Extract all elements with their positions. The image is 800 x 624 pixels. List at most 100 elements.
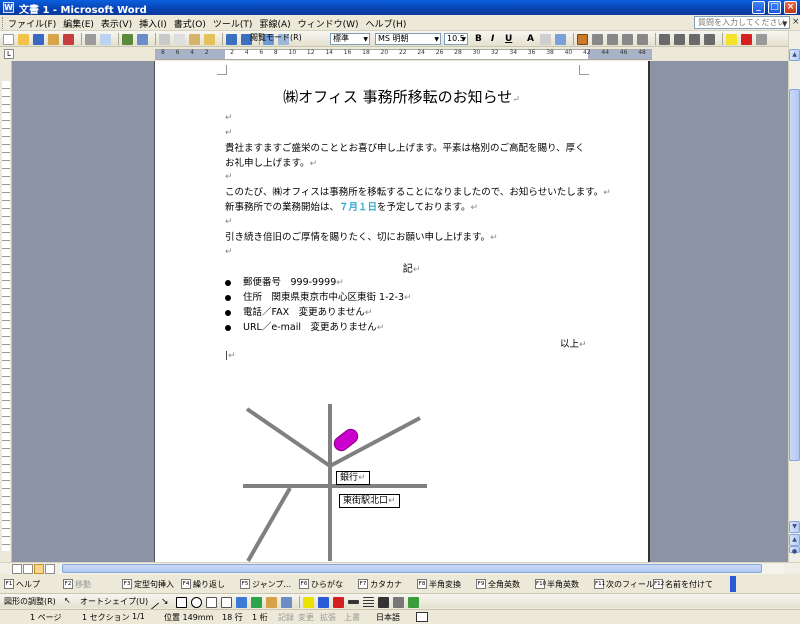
horizontal-scrollbar[interactable] bbox=[0, 562, 800, 574]
close-document-icon[interactable]: × bbox=[792, 17, 800, 27]
save-icon[interactable] bbox=[33, 33, 44, 45]
phonetic-guide-icon[interactable] bbox=[555, 33, 566, 45]
vertical-ruler-scale[interactable] bbox=[2, 81, 10, 551]
line-color-icon[interactable] bbox=[318, 596, 329, 608]
ruler-scale[interactable]: 8 6 4 2 2 4 6 8 10 12 14 16 18 20 22 24 26 28 30 32 34 36 38 40… bbox=[155, 49, 652, 60]
underline-button[interactable]: U bbox=[505, 33, 512, 45]
font-color-icon[interactable] bbox=[741, 33, 752, 45]
menu-file[interactable]: ファイル(F) bbox=[8, 17, 56, 30]
menu-format[interactable]: 書式(O) bbox=[174, 17, 206, 30]
decrease-indent-icon[interactable] bbox=[689, 33, 700, 45]
help-dropdown-icon[interactable]: ▼ bbox=[782, 20, 787, 28]
help-search-input[interactable]: 質問を入力してください bbox=[694, 16, 790, 29]
outline-view-icon[interactable] bbox=[45, 564, 55, 574]
menu-insert[interactable]: 挿入(I) bbox=[139, 17, 167, 30]
fkey-f9[interactable]: F9 全角英数 bbox=[476, 579, 535, 590]
draw-adjust-menu[interactable]: 図形の調整(R) bbox=[4, 596, 56, 607]
cut-icon[interactable] bbox=[159, 33, 170, 45]
align-justify-icon[interactable] bbox=[577, 33, 588, 45]
font-select[interactable]: MS 明朝 ▼ bbox=[375, 33, 441, 45]
browse-object-icon[interactable]: ● bbox=[789, 546, 800, 555]
align-right-icon[interactable] bbox=[607, 33, 618, 45]
minimize-icon[interactable]: _ bbox=[752, 1, 765, 14]
increase-indent-icon[interactable] bbox=[704, 33, 715, 45]
fkey-f4[interactable]: F4 繰り返し bbox=[181, 579, 240, 590]
new-document-icon[interactable] bbox=[3, 33, 14, 45]
fkey-f3[interactable]: F3 定型句挿入 bbox=[122, 579, 181, 590]
fkey-f8[interactable]: F8 半角変換 bbox=[417, 579, 476, 590]
undo-icon[interactable] bbox=[226, 33, 237, 45]
vertical-scroll-thumb[interactable] bbox=[789, 89, 800, 461]
italic-button[interactable]: I bbox=[491, 33, 494, 45]
paste-icon[interactable] bbox=[189, 33, 200, 45]
char-shading-icon[interactable] bbox=[540, 33, 551, 45]
align-center-icon[interactable] bbox=[592, 33, 603, 45]
format-painter-icon[interactable] bbox=[204, 33, 215, 45]
road-upper-left[interactable] bbox=[245, 407, 332, 468]
research-icon[interactable] bbox=[137, 33, 148, 45]
fkey-f2[interactable]: F2 移動 bbox=[63, 579, 122, 590]
permission-icon[interactable] bbox=[48, 33, 59, 45]
bullets-icon[interactable] bbox=[674, 33, 685, 45]
line-style-icon[interactable] bbox=[348, 600, 359, 604]
textbox-icon[interactable] bbox=[206, 596, 217, 608]
vertical-textbox-icon[interactable] bbox=[221, 596, 232, 608]
spelling-icon[interactable] bbox=[122, 33, 133, 45]
bold-button[interactable]: B bbox=[475, 33, 482, 45]
line-icon[interactable] bbox=[143, 594, 160, 610]
distributed-icon[interactable] bbox=[622, 33, 633, 45]
web-layout-icon[interactable] bbox=[23, 564, 33, 574]
menu-window[interactable]: ウィンドウ(W) bbox=[298, 17, 359, 30]
station-label[interactable]: 東街駅北口↵ bbox=[339, 494, 400, 508]
print-layout-icon[interactable] bbox=[34, 564, 44, 574]
shadow-icon[interactable] bbox=[393, 596, 404, 608]
spelling-status-icon[interactable] bbox=[416, 612, 428, 622]
scroll-down-icon[interactable]: ▼ bbox=[789, 521, 800, 533]
3d-icon[interactable] bbox=[408, 596, 419, 608]
maximize-icon[interactable]: □ bbox=[768, 1, 781, 14]
menu-table[interactable]: 罫線(A) bbox=[259, 17, 290, 30]
fkey-f5[interactable]: F5 ジャンプ... bbox=[240, 579, 299, 590]
rectangle-icon[interactable] bbox=[176, 596, 187, 608]
previous-page-icon[interactable]: ▲ bbox=[789, 534, 800, 546]
picture-icon[interactable] bbox=[281, 596, 292, 608]
location-marker[interactable] bbox=[331, 426, 360, 453]
fkey-f11[interactable]: F11次のフィールド bbox=[594, 579, 653, 590]
menu-help[interactable]: ヘルプ(H) bbox=[366, 17, 407, 30]
fkey-f7[interactable]: F7 カタカナ bbox=[358, 579, 417, 590]
highlight-icon[interactable] bbox=[726, 33, 737, 45]
toolbar-options-icon[interactable] bbox=[756, 33, 767, 45]
tab-selector-icon[interactable]: L bbox=[4, 49, 14, 59]
document-page[interactable]: ㈱オフィス 事務所移転のお知らせ↵ ↵ ↵ 貴社ますますご盛栄のこととお喜び申し… bbox=[154, 61, 650, 562]
dash-style-icon[interactable] bbox=[363, 596, 374, 608]
menu-grip[interactable] bbox=[2, 17, 5, 29]
fkey-f1[interactable]: F1 ヘルプ bbox=[4, 579, 63, 590]
menu-edit[interactable]: 編集(E) bbox=[63, 17, 94, 30]
status-trk[interactable]: 変更 bbox=[298, 612, 314, 623]
scroll-up-icon[interactable]: ▲ bbox=[789, 49, 800, 61]
fkey-f12[interactable]: F12名前を付けて... bbox=[653, 579, 712, 590]
reading-mode-button[interactable]: 閲覧モード(R) bbox=[248, 33, 310, 45]
font-size-select[interactable]: 10.5 ▼ bbox=[444, 33, 468, 45]
horizontal-scroll-thumb[interactable] bbox=[62, 564, 762, 573]
vertical-scrollbar[interactable]: ▲ ▼ ▲ ● bbox=[788, 31, 800, 562]
fkey-f6[interactable]: F6 ひらがな bbox=[299, 579, 358, 590]
copy-icon[interactable] bbox=[174, 33, 185, 45]
style-select[interactable]: 標準 ▼ bbox=[330, 33, 370, 45]
clipart-icon[interactable] bbox=[266, 596, 277, 608]
select-objects-icon[interactable]: ↖ bbox=[64, 596, 71, 605]
status-ovr[interactable]: 上書 bbox=[344, 612, 360, 623]
arrow-style-icon[interactable] bbox=[378, 596, 389, 608]
line-spacing-icon[interactable] bbox=[637, 33, 648, 45]
print-preview-icon[interactable] bbox=[100, 33, 111, 45]
close-icon[interactable]: × bbox=[784, 1, 797, 14]
numbering-icon[interactable] bbox=[659, 33, 670, 45]
fill-color-icon[interactable] bbox=[303, 596, 314, 608]
diagram-icon[interactable] bbox=[251, 596, 262, 608]
char-border-button[interactable]: A bbox=[527, 33, 534, 45]
normal-view-icon[interactable] bbox=[12, 564, 22, 574]
status-ext[interactable]: 拡張 bbox=[320, 612, 336, 623]
status-rec[interactable]: 記録 bbox=[278, 612, 294, 623]
wordart-icon[interactable] bbox=[236, 596, 247, 608]
open-folder-icon[interactable] bbox=[18, 33, 29, 45]
